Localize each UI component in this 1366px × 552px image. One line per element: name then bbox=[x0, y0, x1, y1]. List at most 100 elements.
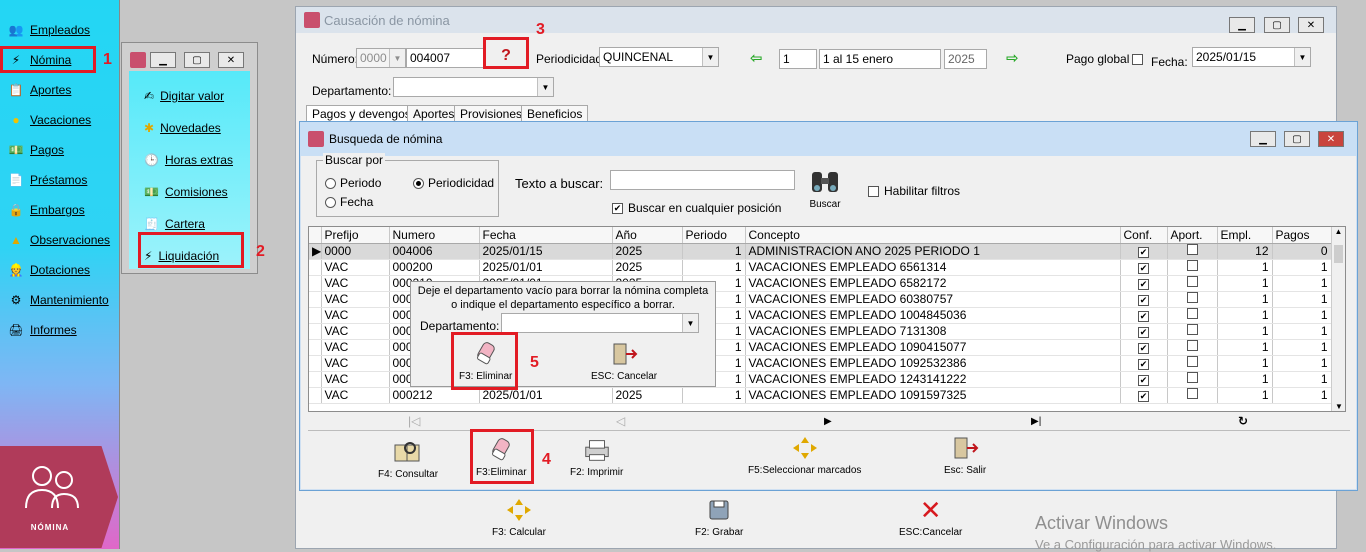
table-cell[interactable]: ✔ bbox=[1120, 323, 1168, 340]
help-question-icon[interactable]: ? bbox=[494, 45, 518, 67]
calcular-button[interactable]: F3: Calcular bbox=[492, 496, 546, 538]
checked-checkbox[interactable]: ✔ bbox=[1138, 343, 1149, 354]
table-cell[interactable] bbox=[1167, 275, 1218, 292]
table-cell[interactable] bbox=[1167, 387, 1218, 404]
minimize-button[interactable]: ▁ bbox=[1250, 131, 1276, 147]
row-indicator[interactable] bbox=[309, 259, 322, 276]
next-record-icon[interactable]: ▶ bbox=[824, 416, 832, 427]
checked-checkbox[interactable]: ✔ bbox=[1138, 247, 1149, 258]
table-cell[interactable] bbox=[1167, 371, 1218, 388]
table-cell[interactable] bbox=[1167, 355, 1218, 372]
table-cell[interactable]: ✔ bbox=[1120, 291, 1168, 308]
empty-checkbox[interactable] bbox=[1186, 372, 1198, 383]
sidebar-item-mantenimiento[interactable]: ⚙ Mantenimiento bbox=[8, 289, 109, 311]
table-cell[interactable] bbox=[1167, 339, 1218, 356]
table-row[interactable]: VAC 000200 2025/01/01 2025 1 VACACIONES EMPLE… bbox=[309, 259, 1332, 276]
submenu-liquidacion[interactable]: ⚡ Liquidación bbox=[144, 245, 219, 267]
table-cell[interactable] bbox=[1167, 307, 1218, 324]
row-indicator[interactable] bbox=[309, 307, 322, 324]
radio-periodicidad[interactable]: Periodicidad bbox=[413, 176, 494, 190]
minimize-button[interactable]: ▁ bbox=[1229, 17, 1255, 33]
col-conf[interactable]: Conf. bbox=[1120, 227, 1168, 244]
checked-checkbox[interactable]: ✔ bbox=[1138, 359, 1149, 370]
sidebar-item-prestamos[interactable]: 📄 Préstamos bbox=[8, 169, 88, 191]
first-record-icon[interactable]: |◁ bbox=[408, 414, 420, 428]
vertical-scrollbar[interactable]: ▲ ▼ bbox=[1331, 227, 1345, 411]
prior-record-icon[interactable]: ◁ bbox=[616, 414, 625, 428]
col-aport[interactable]: Aport. bbox=[1167, 227, 1218, 244]
popup-eliminar-button[interactable]: F3: Eliminar bbox=[459, 340, 512, 382]
table-row[interactable]: VAC 000212 2025/01/01 2025 1 VACACIONES EMPLE… bbox=[309, 387, 1332, 404]
buscar-button[interactable]: Buscar bbox=[808, 168, 842, 210]
submenu-horas-extras[interactable]: 🕒 Horas extras bbox=[144, 149, 233, 171]
sidebar-item-dotaciones[interactable]: 👷 Dotaciones bbox=[8, 259, 91, 281]
empty-checkbox[interactable] bbox=[1186, 356, 1198, 367]
row-indicator[interactable] bbox=[309, 275, 322, 292]
row-indicator[interactable] bbox=[309, 371, 322, 388]
table-cell[interactable] bbox=[1167, 243, 1218, 260]
seleccionar-marcados-button[interactable]: F5:Seleccionar marcados bbox=[748, 434, 861, 476]
table-cell[interactable]: ✔ bbox=[1120, 387, 1168, 404]
empty-checkbox[interactable] bbox=[1186, 276, 1198, 287]
arrow-right-icon[interactable]: ⇨ bbox=[1006, 49, 1019, 67]
checked-checkbox[interactable]: ✔ bbox=[1138, 311, 1149, 322]
table-cell[interactable]: ✔ bbox=[1120, 259, 1168, 276]
row-indicator[interactable] bbox=[309, 323, 322, 340]
habilitar-filtros-option[interactable]: Habilitar filtros bbox=[868, 184, 960, 198]
row-indicator[interactable] bbox=[309, 387, 322, 404]
col-fecha[interactable]: Fecha bbox=[479, 227, 613, 244]
popup-departamento-select[interactable]: ▼ bbox=[501, 313, 699, 333]
checked-checkbox[interactable]: ✔ bbox=[1138, 391, 1149, 402]
col-periodo[interactable]: Periodo bbox=[682, 227, 746, 244]
col-prefijo[interactable]: Prefijo bbox=[321, 227, 390, 244]
sidebar-item-observaciones[interactable]: ▲ Observaciones bbox=[8, 229, 110, 251]
empty-checkbox[interactable] bbox=[1186, 260, 1198, 271]
row-indicator[interactable] bbox=[309, 291, 322, 308]
empty-checkbox[interactable] bbox=[1186, 244, 1198, 255]
sidebar-item-embargos[interactable]: 🔒 Embargos bbox=[8, 199, 85, 221]
numero-input[interactable]: 004007 bbox=[406, 48, 486, 68]
table-cell[interactable]: ✔ bbox=[1120, 243, 1168, 260]
empty-checkbox[interactable] bbox=[1186, 340, 1198, 351]
cualquier-posicion-option[interactable]: ✔ Buscar en cualquier posición bbox=[612, 201, 781, 215]
last-record-icon[interactable]: ▶| bbox=[1031, 416, 1041, 427]
checked-checkbox[interactable]: ✔ bbox=[1138, 295, 1149, 306]
sidebar-item-empleados[interactable]: 👥 Empleados bbox=[8, 19, 91, 41]
departamento-select[interactable]: ▼ bbox=[393, 77, 554, 97]
row-indicator[interactable]: ▶ bbox=[309, 243, 322, 260]
numero-prefix-select[interactable]: 0000 ▼ bbox=[356, 48, 406, 68]
arrow-left-icon[interactable]: ⇦ bbox=[750, 49, 763, 67]
salir-button[interactable]: Esc: Salir bbox=[944, 434, 986, 476]
sidebar-item-informes[interactable]: 🖨 Informes bbox=[8, 319, 76, 341]
minimize-button[interactable]: ▁ bbox=[150, 52, 176, 68]
texto-buscar-input[interactable] bbox=[610, 170, 795, 190]
submenu-novedades[interactable]: ✱ Novedades bbox=[144, 117, 221, 139]
row-indicator[interactable] bbox=[309, 355, 322, 372]
chevron-up-icon[interactable]: ▲ bbox=[1332, 227, 1345, 236]
empty-checkbox[interactable] bbox=[1186, 308, 1198, 319]
table-row[interactable]: ▶ 0000 004006 2025/01/15 2025 1 ADMINISTRACION… bbox=[309, 243, 1332, 260]
eliminar-button[interactable]: F3:Eliminar bbox=[476, 436, 527, 478]
checked-checkbox[interactable]: ✔ bbox=[1138, 263, 1149, 274]
maximize-button[interactable]: ▢ bbox=[184, 52, 210, 68]
empty-checkbox[interactable] bbox=[1186, 292, 1198, 303]
table-cell[interactable]: ✔ bbox=[1120, 307, 1168, 324]
consultar-button[interactable]: F4: Consultar bbox=[378, 438, 438, 480]
chevron-down-icon[interactable]: ▼ bbox=[1332, 402, 1345, 411]
submenu-digitar-valor[interactable]: ✍ Digitar valor bbox=[144, 85, 224, 107]
submenu-comisiones[interactable]: 💵 Comisiones bbox=[144, 181, 228, 203]
sidebar-item-vacaciones[interactable]: ● Vacaciones bbox=[8, 109, 91, 131]
habilitar-filtros-checkbox[interactable] bbox=[868, 185, 879, 197]
col-numero[interactable]: Numero bbox=[389, 227, 480, 244]
table-cell[interactable]: ✔ bbox=[1120, 355, 1168, 372]
fecha-select[interactable]: 2025/01/15 ▼ bbox=[1192, 47, 1311, 67]
pago-global-checkbox[interactable] bbox=[1132, 54, 1143, 65]
checked-checkbox[interactable]: ✔ bbox=[1138, 327, 1149, 338]
table-cell[interactable]: ✔ bbox=[1120, 339, 1168, 356]
maximize-button[interactable]: ▢ bbox=[1264, 17, 1290, 33]
radio-periodo[interactable]: Periodo bbox=[325, 176, 381, 190]
empty-checkbox[interactable] bbox=[1186, 388, 1198, 399]
table-cell[interactable]: ✔ bbox=[1120, 275, 1168, 292]
cancelar-button[interactable]: ✕ ESC:Cancelar bbox=[899, 495, 962, 539]
col-empl[interactable]: Empl. bbox=[1217, 227, 1273, 244]
